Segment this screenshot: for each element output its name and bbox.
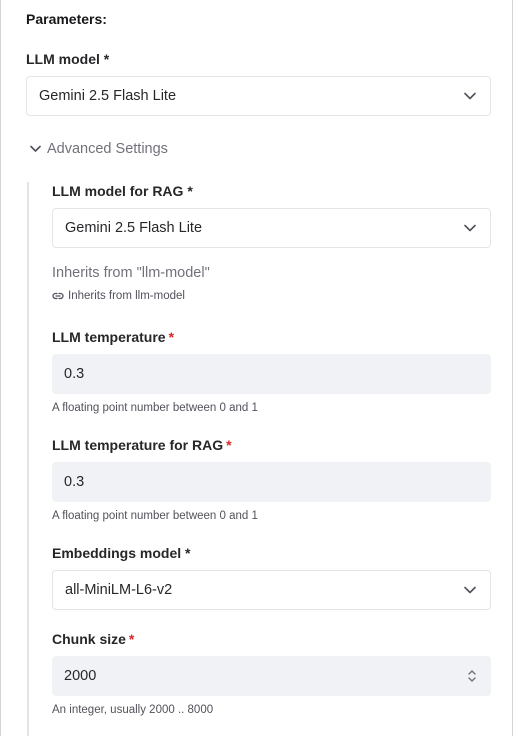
chunk-size-input[interactable]: 2000 bbox=[52, 656, 491, 696]
llm-temperature-rag-help: A floating point number between 0 and 1 bbox=[52, 510, 258, 522]
required-marker: * bbox=[128, 631, 135, 647]
llm-model-rag-value: Gemini 2.5 Flash Lite bbox=[65, 220, 203, 236]
llm-temperature-rag-label: LLM temperature for RAG * bbox=[52, 437, 232, 453]
advanced-settings-label: Advanced Settings bbox=[47, 141, 168, 157]
llm-temperature-rag-value: 0.3 bbox=[64, 474, 85, 490]
chevron-down-icon bbox=[30, 145, 41, 152]
chunk-size-value: 2000 bbox=[64, 668, 97, 684]
required-marker: * bbox=[226, 437, 232, 453]
inherits-note: Inherits from "llm-model" bbox=[52, 265, 210, 281]
llm-temperature-rag-label-text: LLM temperature for RAG bbox=[52, 437, 224, 453]
chevron-down-icon bbox=[464, 92, 476, 100]
inherits-link[interactable]: Inherits from llm-model bbox=[52, 290, 185, 302]
llm-temperature-help: A floating point number between 0 and 1 bbox=[52, 402, 258, 414]
inherits-link-text: Inherits from llm-model bbox=[68, 290, 185, 302]
llm-temperature-label-text: LLM temperature bbox=[52, 329, 166, 345]
llm-model-rag-select[interactable]: Gemini 2.5 Flash Lite bbox=[52, 208, 491, 248]
chunk-size-help: An integer, usually 2000 .. 8000 bbox=[52, 704, 214, 716]
required-marker: * bbox=[168, 329, 175, 345]
embeddings-model-label: Embeddings model * bbox=[52, 545, 191, 561]
parameters-heading: Parameters: bbox=[26, 11, 107, 27]
chevron-down-icon bbox=[464, 586, 476, 594]
embeddings-model-value: all-MiniLM-L6-v2 bbox=[65, 582, 173, 598]
chunk-size-label: Chunk size * bbox=[52, 631, 134, 647]
llm-temperature-value: 0.3 bbox=[64, 366, 85, 382]
chevron-down-icon bbox=[464, 224, 476, 232]
advanced-settings-toggle[interactable]: Advanced Settings bbox=[30, 141, 168, 157]
llm-model-value: Gemini 2.5 Flash Lite bbox=[39, 88, 177, 104]
stepper-icon[interactable] bbox=[467, 667, 477, 685]
llm-model-select[interactable]: Gemini 2.5 Flash Lite bbox=[26, 76, 491, 116]
parameters-panel: Parameters: LLM model * Gemini 2.5 Flash… bbox=[0, 0, 513, 736]
llm-model-rag-label: LLM model for RAG * bbox=[52, 183, 193, 199]
chunk-size-label-text: Chunk size bbox=[52, 631, 126, 647]
llm-temperature-rag-input[interactable]: 0.3 bbox=[52, 462, 491, 502]
llm-temperature-input[interactable]: 0.3 bbox=[52, 354, 491, 394]
advanced-settings-indent-rule bbox=[27, 182, 29, 736]
llm-temperature-label: LLM temperature * bbox=[52, 329, 174, 345]
link-icon bbox=[52, 292, 64, 300]
llm-model-label: LLM model * bbox=[26, 51, 110, 67]
embeddings-model-select[interactable]: all-MiniLM-L6-v2 bbox=[52, 570, 491, 610]
